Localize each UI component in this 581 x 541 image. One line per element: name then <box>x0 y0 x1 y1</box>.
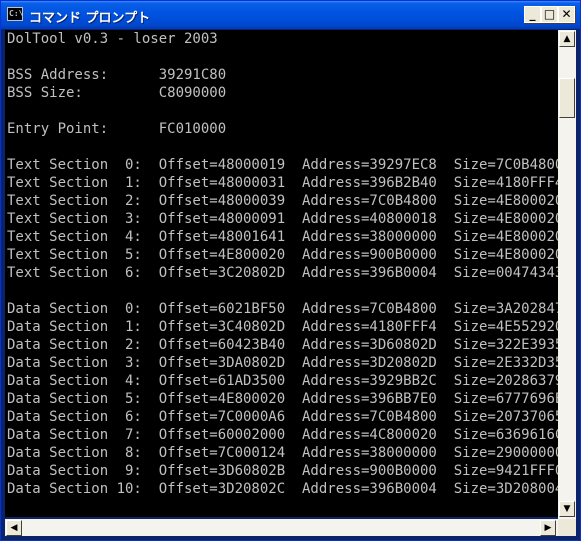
console-line: BSS Address: 39291C80 <box>7 67 227 83</box>
maximize-button[interactable]: □ <box>541 6 558 23</box>
console-line: BSS Size: C8090000 <box>7 85 227 101</box>
scroll-up-button[interactable]: ▲ <box>559 31 575 47</box>
vertical-scrollbar[interactable]: ▲ ▼ <box>558 30 576 519</box>
minimize-button[interactable]: _ <box>524 6 541 23</box>
title-bar[interactable]: C:\ コマンド プロンプト _ □ ✕ <box>1 1 580 29</box>
command-prompt-icon[interactable]: C:\ <box>7 7 23 21</box>
scroll-down-button[interactable]: ▼ <box>559 501 575 517</box>
console-line: Data Section 2: Offset=60423B40 Address=… <box>7 337 558 353</box>
resize-corner[interactable] <box>558 519 576 536</box>
console-line: Data Section 5: Offset=4E800020 Address=… <box>7 391 558 407</box>
console-line: Text Section 3: Offset=48000091 Address=… <box>7 211 558 227</box>
console-output[interactable]: DolTool v0.3 - loser 2003 BSS Address: 39… <box>5 30 558 517</box>
console-line: Text Section 2: Offset=48000039 Address=… <box>7 193 558 209</box>
console-line: Data Section 6: Offset=7C0000A6 Address=… <box>7 409 558 425</box>
console-line: Text Section 4: Offset=48001641 Address=… <box>7 229 558 245</box>
close-button[interactable]: ✕ <box>558 6 575 23</box>
console-line: Text Section 0: Offset=48000019 Address=… <box>7 157 558 173</box>
console-line: Data Section 9: Offset=3D60802B Address=… <box>7 463 558 479</box>
console-line: Data Section 1: Offset=3C40802D Address=… <box>7 319 558 335</box>
console-line: Text Section 6: Offset=3C20802D Address=… <box>7 265 558 281</box>
vertical-scroll-thumb[interactable] <box>559 78 575 118</box>
console-line: Text Section 5: Offset=4E800020 Address=… <box>7 247 558 263</box>
scroll-right-button[interactable]: ▶ <box>540 520 556 536</box>
console-window: C:\ コマンド プロンプト _ □ ✕ DolTool v0.3 - lose… <box>0 0 581 541</box>
scroll-left-button[interactable]: ◀ <box>6 520 22 536</box>
console-line: Data Section 10: Offset=3D20802C Address… <box>7 481 558 497</box>
console-line: Text Section 1: Offset=48000031 Address=… <box>7 175 558 191</box>
console-line: Data Section 3: Offset=3DA0802D Address=… <box>7 355 558 371</box>
console-line: Data Section 0: Offset=6021BF50 Address=… <box>7 301 558 317</box>
horizontal-scrollbar[interactable]: ◀ ▶ <box>5 519 558 536</box>
console-line: Data Section 8: Offset=7C000124 Address=… <box>7 445 558 461</box>
icon-label: C:\ <box>9 9 24 18</box>
console-line: Data Section 4: Offset=61AD3500 Address=… <box>7 373 558 389</box>
window-title: コマンド プロンプト <box>29 11 151 26</box>
console-line: Entry Point: FC010000 <box>7 121 227 137</box>
console-line: DolTool v0.3 - loser 2003 <box>7 31 218 47</box>
console-line: Data Section 7: Offset=60002000 Address=… <box>7 427 558 443</box>
